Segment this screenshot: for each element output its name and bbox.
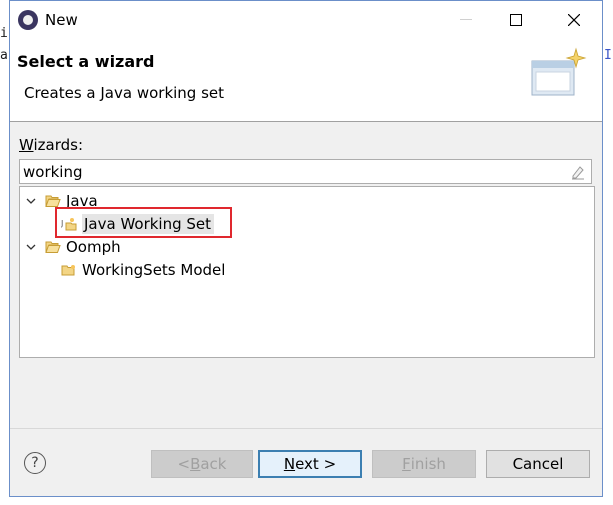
tree-item-label: WorkingSets Model: [82, 261, 226, 279]
wizard-header: Select a wizard Creates a Java working s…: [10, 39, 602, 122]
cancel-button[interactable]: Cancel: [486, 450, 590, 478]
next-mnemonic: N: [283, 455, 296, 473]
title-bar[interactable]: New: [10, 1, 602, 39]
back-mnemonic: B: [190, 455, 201, 473]
button-bar-separator: [10, 428, 602, 429]
chevron-down-icon[interactable]: [25, 241, 37, 253]
filter-input[interactable]: [23, 161, 563, 182]
next-label: ext >: [295, 455, 337, 473]
clear-filter-icon[interactable]: [570, 164, 586, 180]
back-button[interactable]: < Back: [151, 450, 253, 478]
finish-mnemonic: F: [402, 455, 411, 473]
finish-label: inish: [410, 455, 446, 473]
folder-open-icon: [45, 195, 61, 207]
wizard-filter-field[interactable]: [19, 159, 592, 184]
background-editor-fragment: a: [0, 48, 8, 63]
highlight-annotation-box: [55, 207, 232, 238]
back-label: ack: [200, 455, 227, 473]
minimize-button[interactable]: [443, 5, 489, 35]
finish-button[interactable]: Finish: [372, 450, 476, 478]
back-arrow: <: [177, 455, 191, 473]
folder-open-icon: [45, 241, 61, 253]
wizards-label: Wizards:: [19, 136, 84, 154]
page-description: Creates a Java working set: [24, 84, 225, 102]
minimize-icon: [460, 19, 472, 20]
help-icon: ?: [31, 455, 39, 471]
background-editor-fragment: i: [0, 26, 8, 41]
chevron-down-icon[interactable]: [25, 195, 37, 207]
tree-item-workingsets-model[interactable]: WorkingSets Model: [61, 259, 225, 281]
tree-item-oomph[interactable]: Oomph: [25, 236, 121, 258]
close-button[interactable]: [551, 5, 597, 35]
page-title: Select a wizard: [17, 52, 155, 71]
eclipse-icon: [18, 10, 38, 30]
window-title: New: [45, 11, 78, 29]
new-wizard-dialog: New Select a wizard Creates a Java worki…: [9, 0, 603, 497]
next-button[interactable]: Next >: [258, 450, 362, 478]
background-editor-fragment: I: [604, 48, 612, 63]
close-icon: [568, 14, 580, 26]
maximize-icon: [510, 14, 522, 26]
workingsets-model-icon: [61, 265, 75, 276]
maximize-button[interactable]: [493, 5, 539, 35]
help-button[interactable]: ?: [24, 452, 46, 474]
cancel-label: Cancel: [512, 455, 564, 473]
tree-item-label: Oomph: [66, 238, 121, 256]
new-wizard-banner-icon: [531, 47, 587, 96]
